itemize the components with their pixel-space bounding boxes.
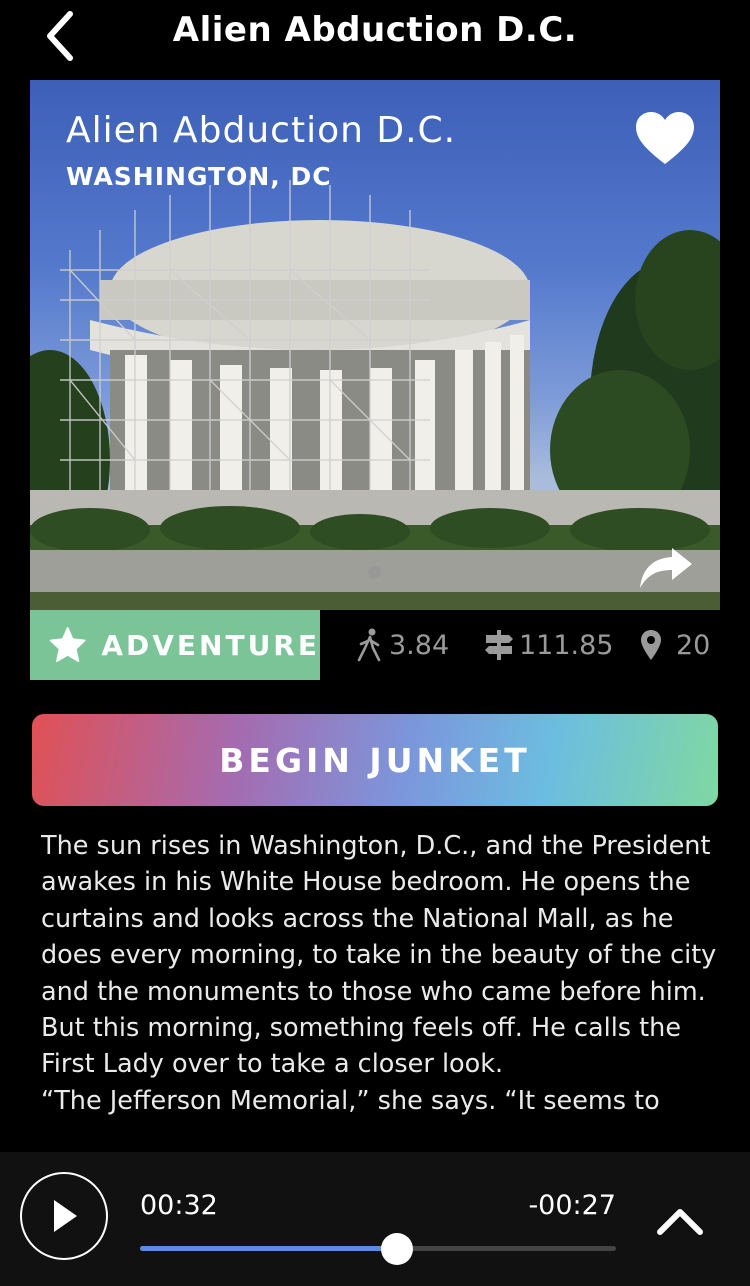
progress-fill bbox=[140, 1246, 398, 1251]
walking-distance-value: 3.84 bbox=[389, 629, 450, 661]
heart-icon bbox=[636, 112, 694, 164]
tour-description: The sun rises in Washington, D.C., and t… bbox=[41, 828, 721, 1152]
walking-person-icon bbox=[357, 628, 381, 662]
map-pin-icon bbox=[641, 630, 661, 660]
remaining-time: -00:27 bbox=[528, 1190, 616, 1221]
tour-location: WASHINGTON, DC bbox=[66, 162, 332, 191]
progress-slider[interactable] bbox=[140, 1233, 616, 1265]
category-label: ADVENTURE bbox=[101, 628, 320, 662]
walking-distance-stat: 3.84 bbox=[355, 627, 449, 663]
expand-player-button[interactable] bbox=[650, 1196, 710, 1246]
total-distance-value: 111.85 bbox=[519, 629, 614, 661]
begin-junket-button[interactable]: BEGIN JUNKET bbox=[32, 714, 718, 806]
elapsed-time: 00:32 bbox=[140, 1190, 218, 1221]
tour-info-row: ADVENTURE 3.84 111.85 20 bbox=[30, 610, 720, 680]
jefferson-memorial-photo bbox=[30, 180, 720, 610]
total-distance-stat: 111.85 bbox=[483, 627, 613, 663]
star-icon bbox=[49, 627, 86, 662]
page-indicator-dot bbox=[368, 566, 381, 579]
play-icon bbox=[54, 1200, 77, 1232]
signpost-icon bbox=[485, 630, 513, 660]
begin-junket-label: BEGIN JUNKET bbox=[219, 740, 531, 780]
chevron-up-icon bbox=[657, 1209, 703, 1235]
audio-player: 00:32 -00:27 bbox=[0, 1152, 750, 1286]
stops-stat: 20 bbox=[638, 627, 710, 663]
stops-value: 20 bbox=[676, 629, 711, 661]
hero-image[interactable]: Alien Abduction D.C. WASHINGTON, DC bbox=[30, 80, 720, 610]
favorite-button[interactable] bbox=[634, 110, 696, 166]
page-title: Alien Abduction D.C. bbox=[172, 10, 578, 50]
description-paragraph: The sun rises in Washington, D.C., and t… bbox=[41, 831, 717, 1080]
share-arrow-icon bbox=[640, 548, 692, 588]
description-paragraph-2: “The Jefferson Memorial,” she says. “It … bbox=[41, 1085, 660, 1116]
progress-thumb[interactable] bbox=[381, 1233, 414, 1265]
top-navigation-bar: Alien Abduction D.C. bbox=[0, 0, 750, 72]
category-badge: ADVENTURE bbox=[30, 610, 320, 680]
tour-title: Alien Abduction D.C. bbox=[66, 110, 457, 151]
share-button[interactable] bbox=[638, 544, 694, 590]
play-button[interactable] bbox=[20, 1172, 108, 1260]
